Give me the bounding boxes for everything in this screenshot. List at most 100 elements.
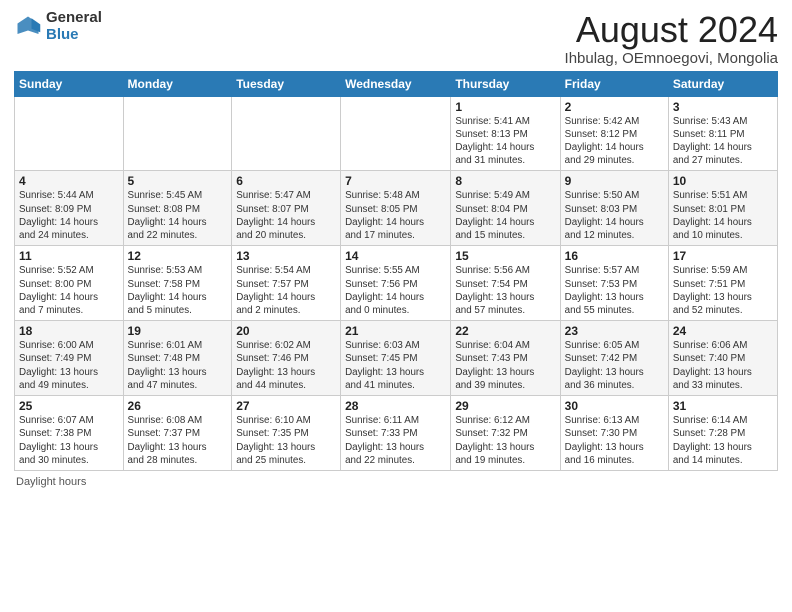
calendar-cell [15, 96, 124, 171]
day-header-tuesday: Tuesday [232, 71, 341, 96]
calendar-cell: 14Sunrise: 5:55 AM Sunset: 7:56 PM Dayli… [341, 246, 451, 321]
cell-info: Sunrise: 6:04 AM Sunset: 7:43 PM Dayligh… [455, 339, 555, 392]
cell-date-number: 5 [128, 174, 228, 188]
cell-info: Sunrise: 6:05 AM Sunset: 7:42 PM Dayligh… [565, 339, 664, 392]
day-header-thursday: Thursday [451, 71, 560, 96]
cell-date-number: 6 [236, 174, 336, 188]
calendar-cell: 2Sunrise: 5:42 AM Sunset: 8:12 PM Daylig… [560, 96, 668, 171]
calendar-cell [232, 96, 341, 171]
calendar-cell: 30Sunrise: 6:13 AM Sunset: 7:30 PM Dayli… [560, 396, 668, 471]
day-header-sunday: Sunday [15, 71, 124, 96]
calendar-cell: 5Sunrise: 5:45 AM Sunset: 8:08 PM Daylig… [123, 171, 232, 246]
cell-info: Sunrise: 6:02 AM Sunset: 7:46 PM Dayligh… [236, 339, 336, 392]
daylight-label: Daylight hours [16, 476, 86, 488]
week-row-3: 18Sunrise: 6:00 AM Sunset: 7:49 PM Dayli… [15, 321, 778, 396]
cell-date-number: 16 [565, 249, 664, 263]
cell-info: Sunrise: 5:54 AM Sunset: 7:57 PM Dayligh… [236, 264, 336, 317]
calendar-cell: 20Sunrise: 6:02 AM Sunset: 7:46 PM Dayli… [232, 321, 341, 396]
cell-info: Sunrise: 6:07 AM Sunset: 7:38 PM Dayligh… [19, 414, 119, 467]
cell-info: Sunrise: 6:10 AM Sunset: 7:35 PM Dayligh… [236, 414, 336, 467]
day-header-wednesday: Wednesday [341, 71, 451, 96]
calendar-cell: 15Sunrise: 5:56 AM Sunset: 7:54 PM Dayli… [451, 246, 560, 321]
calendar-cell: 9Sunrise: 5:50 AM Sunset: 8:03 PM Daylig… [560, 171, 668, 246]
cell-date-number: 14 [345, 249, 446, 263]
cell-info: Sunrise: 5:53 AM Sunset: 7:58 PM Dayligh… [128, 264, 228, 317]
cell-info: Sunrise: 5:56 AM Sunset: 7:54 PM Dayligh… [455, 264, 555, 317]
cell-info: Sunrise: 5:48 AM Sunset: 8:05 PM Dayligh… [345, 189, 446, 242]
cell-info: Sunrise: 5:42 AM Sunset: 8:12 PM Dayligh… [565, 115, 664, 168]
day-header-monday: Monday [123, 71, 232, 96]
footer-note: Daylight hours [14, 476, 778, 488]
calendar-cell [123, 96, 232, 171]
cell-date-number: 10 [673, 174, 773, 188]
sub-title: Ihbulag, OEmnoegovi, Mongolia [565, 50, 778, 67]
cell-info: Sunrise: 6:11 AM Sunset: 7:33 PM Dayligh… [345, 414, 446, 467]
cell-date-number: 18 [19, 324, 119, 338]
cell-info: Sunrise: 5:41 AM Sunset: 8:13 PM Dayligh… [455, 115, 555, 168]
cell-date-number: 29 [455, 399, 555, 413]
cell-info: Sunrise: 5:49 AM Sunset: 8:04 PM Dayligh… [455, 189, 555, 242]
calendar-cell: 17Sunrise: 5:59 AM Sunset: 7:51 PM Dayli… [668, 246, 777, 321]
cell-date-number: 27 [236, 399, 336, 413]
cell-info: Sunrise: 6:13 AM Sunset: 7:30 PM Dayligh… [565, 414, 664, 467]
week-row-4: 25Sunrise: 6:07 AM Sunset: 7:38 PM Dayli… [15, 396, 778, 471]
calendar-cell: 24Sunrise: 6:06 AM Sunset: 7:40 PM Dayli… [668, 321, 777, 396]
cell-date-number: 7 [345, 174, 446, 188]
cell-date-number: 22 [455, 324, 555, 338]
cell-info: Sunrise: 5:51 AM Sunset: 8:01 PM Dayligh… [673, 189, 773, 242]
logo-general: General [46, 9, 102, 26]
cell-date-number: 26 [128, 399, 228, 413]
calendar: SundayMondayTuesdayWednesdayThursdayFrid… [14, 71, 778, 471]
calendar-cell: 25Sunrise: 6:07 AM Sunset: 7:38 PM Dayli… [15, 396, 124, 471]
calendar-cell: 12Sunrise: 5:53 AM Sunset: 7:58 PM Dayli… [123, 246, 232, 321]
calendar-cell: 8Sunrise: 5:49 AM Sunset: 8:04 PM Daylig… [451, 171, 560, 246]
cell-info: Sunrise: 6:06 AM Sunset: 7:40 PM Dayligh… [673, 339, 773, 392]
cell-info: Sunrise: 6:03 AM Sunset: 7:45 PM Dayligh… [345, 339, 446, 392]
calendar-header-row: SundayMondayTuesdayWednesdayThursdayFrid… [15, 71, 778, 96]
calendar-cell: 22Sunrise: 6:04 AM Sunset: 7:43 PM Dayli… [451, 321, 560, 396]
cell-date-number: 30 [565, 399, 664, 413]
cell-date-number: 17 [673, 249, 773, 263]
calendar-cell: 11Sunrise: 5:52 AM Sunset: 8:00 PM Dayli… [15, 246, 124, 321]
main-title: August 2024 [565, 10, 778, 50]
cell-info: Sunrise: 5:59 AM Sunset: 7:51 PM Dayligh… [673, 264, 773, 317]
logo: General Blue [14, 10, 102, 43]
logo-icon [14, 13, 42, 41]
week-row-0: 1Sunrise: 5:41 AM Sunset: 8:13 PM Daylig… [15, 96, 778, 171]
cell-date-number: 31 [673, 399, 773, 413]
calendar-cell: 28Sunrise: 6:11 AM Sunset: 7:33 PM Dayli… [341, 396, 451, 471]
cell-date-number: 28 [345, 399, 446, 413]
cell-date-number: 3 [673, 100, 773, 114]
title-block: August 2024 Ihbulag, OEmnoegovi, Mongoli… [565, 10, 778, 67]
cell-info: Sunrise: 6:08 AM Sunset: 7:37 PM Dayligh… [128, 414, 228, 467]
calendar-cell: 19Sunrise: 6:01 AM Sunset: 7:48 PM Dayli… [123, 321, 232, 396]
calendar-cell: 18Sunrise: 6:00 AM Sunset: 7:49 PM Dayli… [15, 321, 124, 396]
cell-date-number: 2 [565, 100, 664, 114]
cell-date-number: 19 [128, 324, 228, 338]
cell-info: Sunrise: 5:55 AM Sunset: 7:56 PM Dayligh… [345, 264, 446, 317]
cell-info: Sunrise: 5:52 AM Sunset: 8:00 PM Dayligh… [19, 264, 119, 317]
logo-blue: Blue [46, 26, 79, 43]
cell-date-number: 20 [236, 324, 336, 338]
logo-text: General Blue [46, 10, 102, 43]
cell-info: Sunrise: 6:14 AM Sunset: 7:28 PM Dayligh… [673, 414, 773, 467]
cell-date-number: 9 [565, 174, 664, 188]
calendar-cell: 27Sunrise: 6:10 AM Sunset: 7:35 PM Dayli… [232, 396, 341, 471]
cell-date-number: 15 [455, 249, 555, 263]
cell-date-number: 13 [236, 249, 336, 263]
calendar-cell: 16Sunrise: 5:57 AM Sunset: 7:53 PM Dayli… [560, 246, 668, 321]
cell-date-number: 12 [128, 249, 228, 263]
page: General Blue August 2024 Ihbulag, OEmnoe… [0, 0, 792, 496]
day-header-friday: Friday [560, 71, 668, 96]
cell-info: Sunrise: 5:57 AM Sunset: 7:53 PM Dayligh… [565, 264, 664, 317]
calendar-cell: 1Sunrise: 5:41 AM Sunset: 8:13 PM Daylig… [451, 96, 560, 171]
calendar-cell: 10Sunrise: 5:51 AM Sunset: 8:01 PM Dayli… [668, 171, 777, 246]
cell-info: Sunrise: 5:45 AM Sunset: 8:08 PM Dayligh… [128, 189, 228, 242]
week-row-1: 4Sunrise: 5:44 AM Sunset: 8:09 PM Daylig… [15, 171, 778, 246]
cell-date-number: 24 [673, 324, 773, 338]
week-row-2: 11Sunrise: 5:52 AM Sunset: 8:00 PM Dayli… [15, 246, 778, 321]
calendar-cell: 29Sunrise: 6:12 AM Sunset: 7:32 PM Dayli… [451, 396, 560, 471]
calendar-cell: 21Sunrise: 6:03 AM Sunset: 7:45 PM Dayli… [341, 321, 451, 396]
cell-info: Sunrise: 5:50 AM Sunset: 8:03 PM Dayligh… [565, 189, 664, 242]
calendar-cell: 31Sunrise: 6:14 AM Sunset: 7:28 PM Dayli… [668, 396, 777, 471]
